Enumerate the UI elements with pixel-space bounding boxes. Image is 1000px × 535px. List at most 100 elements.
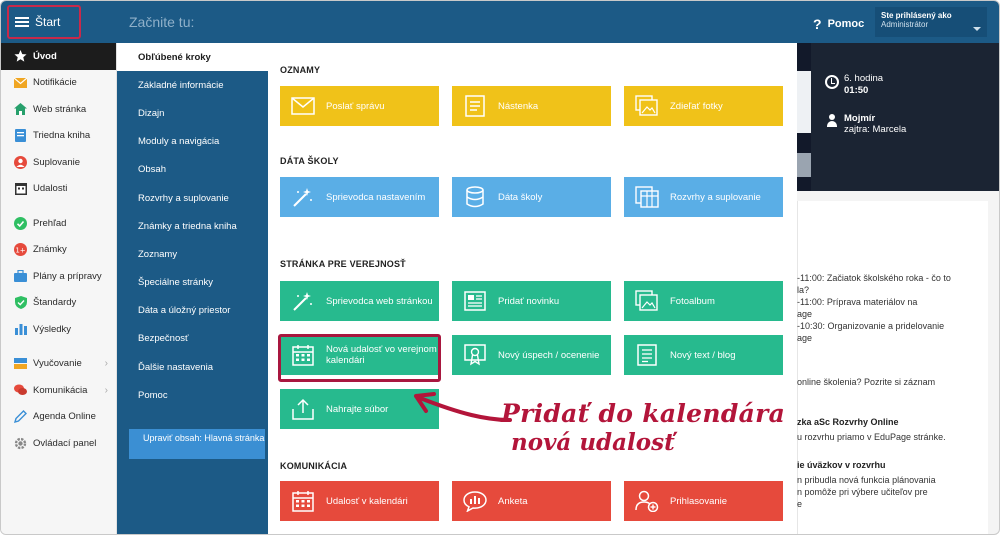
menu-item-obsah[interactable]: Obsah bbox=[117, 156, 268, 184]
tile-poslat-spravu[interactable]: Poslať správu bbox=[280, 86, 439, 126]
sidebar-item-label: Štandardy bbox=[33, 297, 77, 309]
sidebar: Úvod Notifikácie Web stránka Triedna kni… bbox=[1, 43, 117, 534]
award-icon bbox=[462, 343, 488, 367]
menu-item-moduly-a-navigacia[interactable]: Moduly a navigácia bbox=[117, 128, 268, 156]
menu-item-specialne-stranky[interactable]: Špeciálne stránky bbox=[117, 269, 268, 297]
sidebar-item-label: Udalosti bbox=[33, 183, 68, 195]
grades-icon: 1+ bbox=[14, 243, 27, 257]
news-line[interactable]: zka aSc Rozvrhy Online bbox=[797, 416, 992, 428]
sidebar-item-label: Prehľad bbox=[33, 217, 67, 229]
sidebar-item-plany-a-pripravy[interactable]: Plány a prípravy bbox=[1, 263, 116, 290]
sidebar-item-ovladaci-panel[interactable]: Ovládací panel bbox=[1, 430, 116, 457]
menu-item-dizajn[interactable]: Dizajn bbox=[117, 99, 268, 127]
news-line: e bbox=[797, 499, 803, 509]
nameday-name: Mojmír bbox=[844, 113, 876, 124]
menu-item-dalsie-nastavenia[interactable]: Ďalšie nastavenia bbox=[117, 353, 268, 381]
tile-novy-uspech[interactable]: Nový úspech / ocenenie bbox=[452, 335, 611, 375]
calendar-icon bbox=[14, 182, 27, 196]
sidebar-item-label: Web stránka bbox=[33, 103, 87, 115]
tile-label: Rozvrhy a suplovanie bbox=[670, 191, 761, 203]
tile-novy-text-blog[interactable]: Nový text / blog bbox=[624, 335, 783, 375]
sidebar-item-uvod[interactable]: Úvod bbox=[1, 43, 116, 70]
sidebar-item-agenda-online[interactable]: Agenda Online bbox=[1, 404, 116, 431]
sidebar-item-label: Triedna kniha bbox=[33, 130, 91, 142]
news-line: age bbox=[797, 333, 813, 343]
news-line[interactable]: ie úväzkov v rozvrhu bbox=[797, 459, 992, 471]
sidebar-item-triedna-kniha[interactable]: Triedna kniha bbox=[1, 123, 116, 150]
sidebar-item-znamky[interactable]: 1+ Známky bbox=[1, 237, 116, 264]
tile-pridat-novinku[interactable]: Pridať novinku bbox=[452, 281, 611, 321]
tile-nastenka[interactable]: Nástenka bbox=[452, 86, 611, 126]
news-line[interactable]: -11:00: Začiatok školského roka - čo to bbox=[797, 272, 992, 284]
top-bar: Štart Začnite tu: ? Pomoc Ste prihlásený… bbox=[1, 1, 999, 43]
menu-item-oblubene-kroky[interactable]: Obľúbené kroky bbox=[117, 43, 268, 72]
sidebar-item-notifikacie[interactable]: Notifikácie bbox=[1, 70, 116, 97]
search-input[interactable]: Začnite tu: bbox=[129, 14, 194, 30]
news-line[interactable]: -11:00: Príprava materiálov na bbox=[797, 296, 992, 308]
sidebar-item-komunikacia[interactable]: Komunikácia › bbox=[1, 377, 116, 404]
sidebar-item-udalosti[interactable]: Udalosti bbox=[1, 176, 116, 203]
chevron-right-icon: › bbox=[104, 358, 108, 370]
chevron-right-icon: › bbox=[104, 384, 108, 396]
news-line: n pribudla nová funkcia plánovania bbox=[797, 475, 936, 485]
calendar-icon bbox=[290, 489, 316, 513]
tile-label: Dáta školy bbox=[498, 191, 543, 203]
menu-item-bezpecnost[interactable]: Bezpečnosť bbox=[117, 325, 268, 353]
add-user-icon bbox=[634, 489, 660, 513]
tile-label: Nahrajte súbor bbox=[326, 403, 389, 415]
clock-icon bbox=[825, 75, 839, 89]
gear-icon bbox=[14, 437, 27, 450]
tile-rozvrhy-a-suplovanie[interactable]: Rozvrhy a suplovanie bbox=[624, 177, 783, 217]
sidebar-item-web-stranka[interactable]: Web stránka bbox=[1, 96, 116, 123]
news-line: n pomôže pri výbere učiteľov pre bbox=[797, 487, 928, 497]
tile-anketa[interactable]: Anketa bbox=[452, 481, 611, 521]
menu-item-rozvrhy-a-suplovanie[interactable]: Rozvrhy a suplovanie bbox=[117, 184, 268, 212]
sidebar-item-prehlad[interactable]: Prehľad bbox=[1, 210, 116, 237]
tile-prihlasovanie[interactable]: Prihlasovanie bbox=[624, 481, 783, 521]
sidebar-item-label: Komunikácia bbox=[33, 384, 88, 396]
tile-label: Poslať správu bbox=[326, 100, 385, 112]
help-button[interactable]: ? Pomoc bbox=[813, 16, 864, 32]
database-icon bbox=[462, 185, 488, 209]
news-line: u rozvrhu priamo v EduPage stránke. bbox=[797, 432, 946, 442]
photos-icon bbox=[634, 94, 660, 118]
timetable-icon bbox=[634, 185, 660, 209]
section-title-oznamy: OZNAMY bbox=[280, 65, 321, 75]
shield-icon bbox=[14, 296, 27, 310]
sidebar-item-standardy[interactable]: Štandardy bbox=[1, 290, 116, 317]
start-button[interactable]: Štart bbox=[7, 5, 81, 39]
notice-board-icon bbox=[462, 94, 488, 118]
tile-zdielat-fotky[interactable]: Zdieľať fotky bbox=[624, 86, 783, 126]
current-hour-label: 6. hodina bbox=[844, 73, 884, 84]
sidebar-item-suplovanie[interactable]: Suplovanie bbox=[1, 149, 116, 176]
sidebar-item-label: Ovládací panel bbox=[33, 437, 97, 449]
edit-content-button[interactable]: Upraviť obsah: Hlavná stránka bbox=[129, 429, 265, 459]
help-icon: ? bbox=[813, 16, 822, 32]
tile-sprievodca-nastavenim[interactable]: Sprievodca nastavením bbox=[280, 177, 439, 217]
menu-item-zakladne-informacie[interactable]: Základné informácie bbox=[117, 71, 268, 99]
menu-item-pomoc[interactable]: Pomoc bbox=[117, 381, 268, 409]
sidebar-item-vysledky[interactable]: Výsledky bbox=[1, 316, 116, 343]
sidebar-item-label: Vyučovanie bbox=[33, 358, 82, 370]
news-line[interactable]: -10:30: Organizovanie a pridelovanie bbox=[797, 320, 992, 332]
tile-udalost-v-kalendari[interactable]: Udalosť v kalendári bbox=[280, 481, 439, 521]
login-role: Administrátor bbox=[881, 20, 929, 29]
photos-icon bbox=[634, 289, 660, 313]
login-status: Ste prihlásený ako bbox=[881, 11, 952, 20]
tile-data-skoly[interactable]: Dáta školy bbox=[452, 177, 611, 217]
sidebar-item-vyucovanie[interactable]: Vyučovanie › bbox=[1, 351, 116, 378]
tile-sprievodca-web-strankou[interactable]: Sprievodca web stránkou bbox=[280, 281, 439, 321]
tile-label: Nový text / blog bbox=[670, 349, 736, 361]
check-circle-icon bbox=[14, 216, 27, 230]
annotation-arrow bbox=[414, 392, 512, 422]
login-dropdown[interactable]: Ste prihlásený ako Administrátor bbox=[875, 7, 987, 37]
menu-item-zoznamy[interactable]: Zoznamy bbox=[117, 240, 268, 268]
menu-item-znamky-a-triedna-kniha[interactable]: Známky a triedna kniha bbox=[117, 212, 268, 240]
tile-fotoalbum[interactable]: Fotoalbum bbox=[624, 281, 783, 321]
menu-item-data-a-ulozny-priestor[interactable]: Dáta a úložný priestor bbox=[117, 297, 268, 325]
tile-label: Sprievodca nastavením bbox=[326, 191, 426, 203]
news-line[interactable]: online školenia? Pozrite si záznam bbox=[797, 376, 992, 388]
star-icon bbox=[14, 50, 27, 63]
sidebar-item-label: Plány a prípravy bbox=[33, 270, 102, 282]
start-label: Štart bbox=[35, 15, 61, 29]
